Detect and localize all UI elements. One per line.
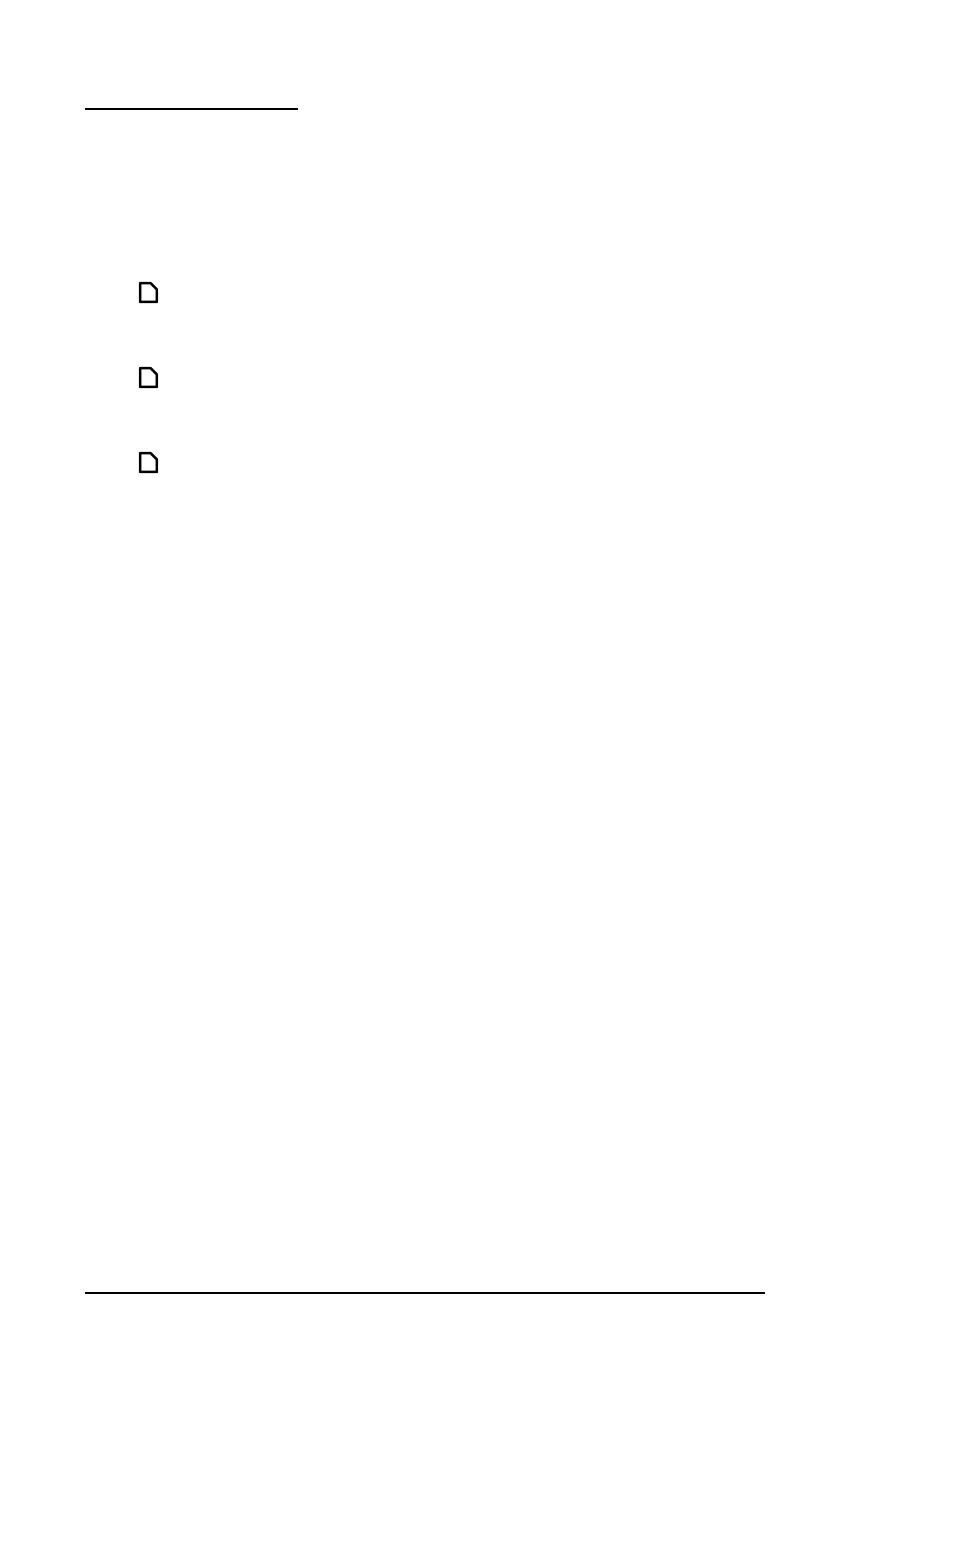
document-page xyxy=(0,0,954,1556)
paper-icon xyxy=(136,365,161,390)
top-horizontal-rule xyxy=(85,108,298,110)
list-item xyxy=(136,365,161,390)
list-item xyxy=(136,280,161,305)
paper-icon xyxy=(136,450,161,475)
bullet-list xyxy=(136,280,161,535)
paper-icon xyxy=(136,280,161,305)
list-item xyxy=(136,450,161,475)
bottom-horizontal-rule xyxy=(85,1292,765,1294)
